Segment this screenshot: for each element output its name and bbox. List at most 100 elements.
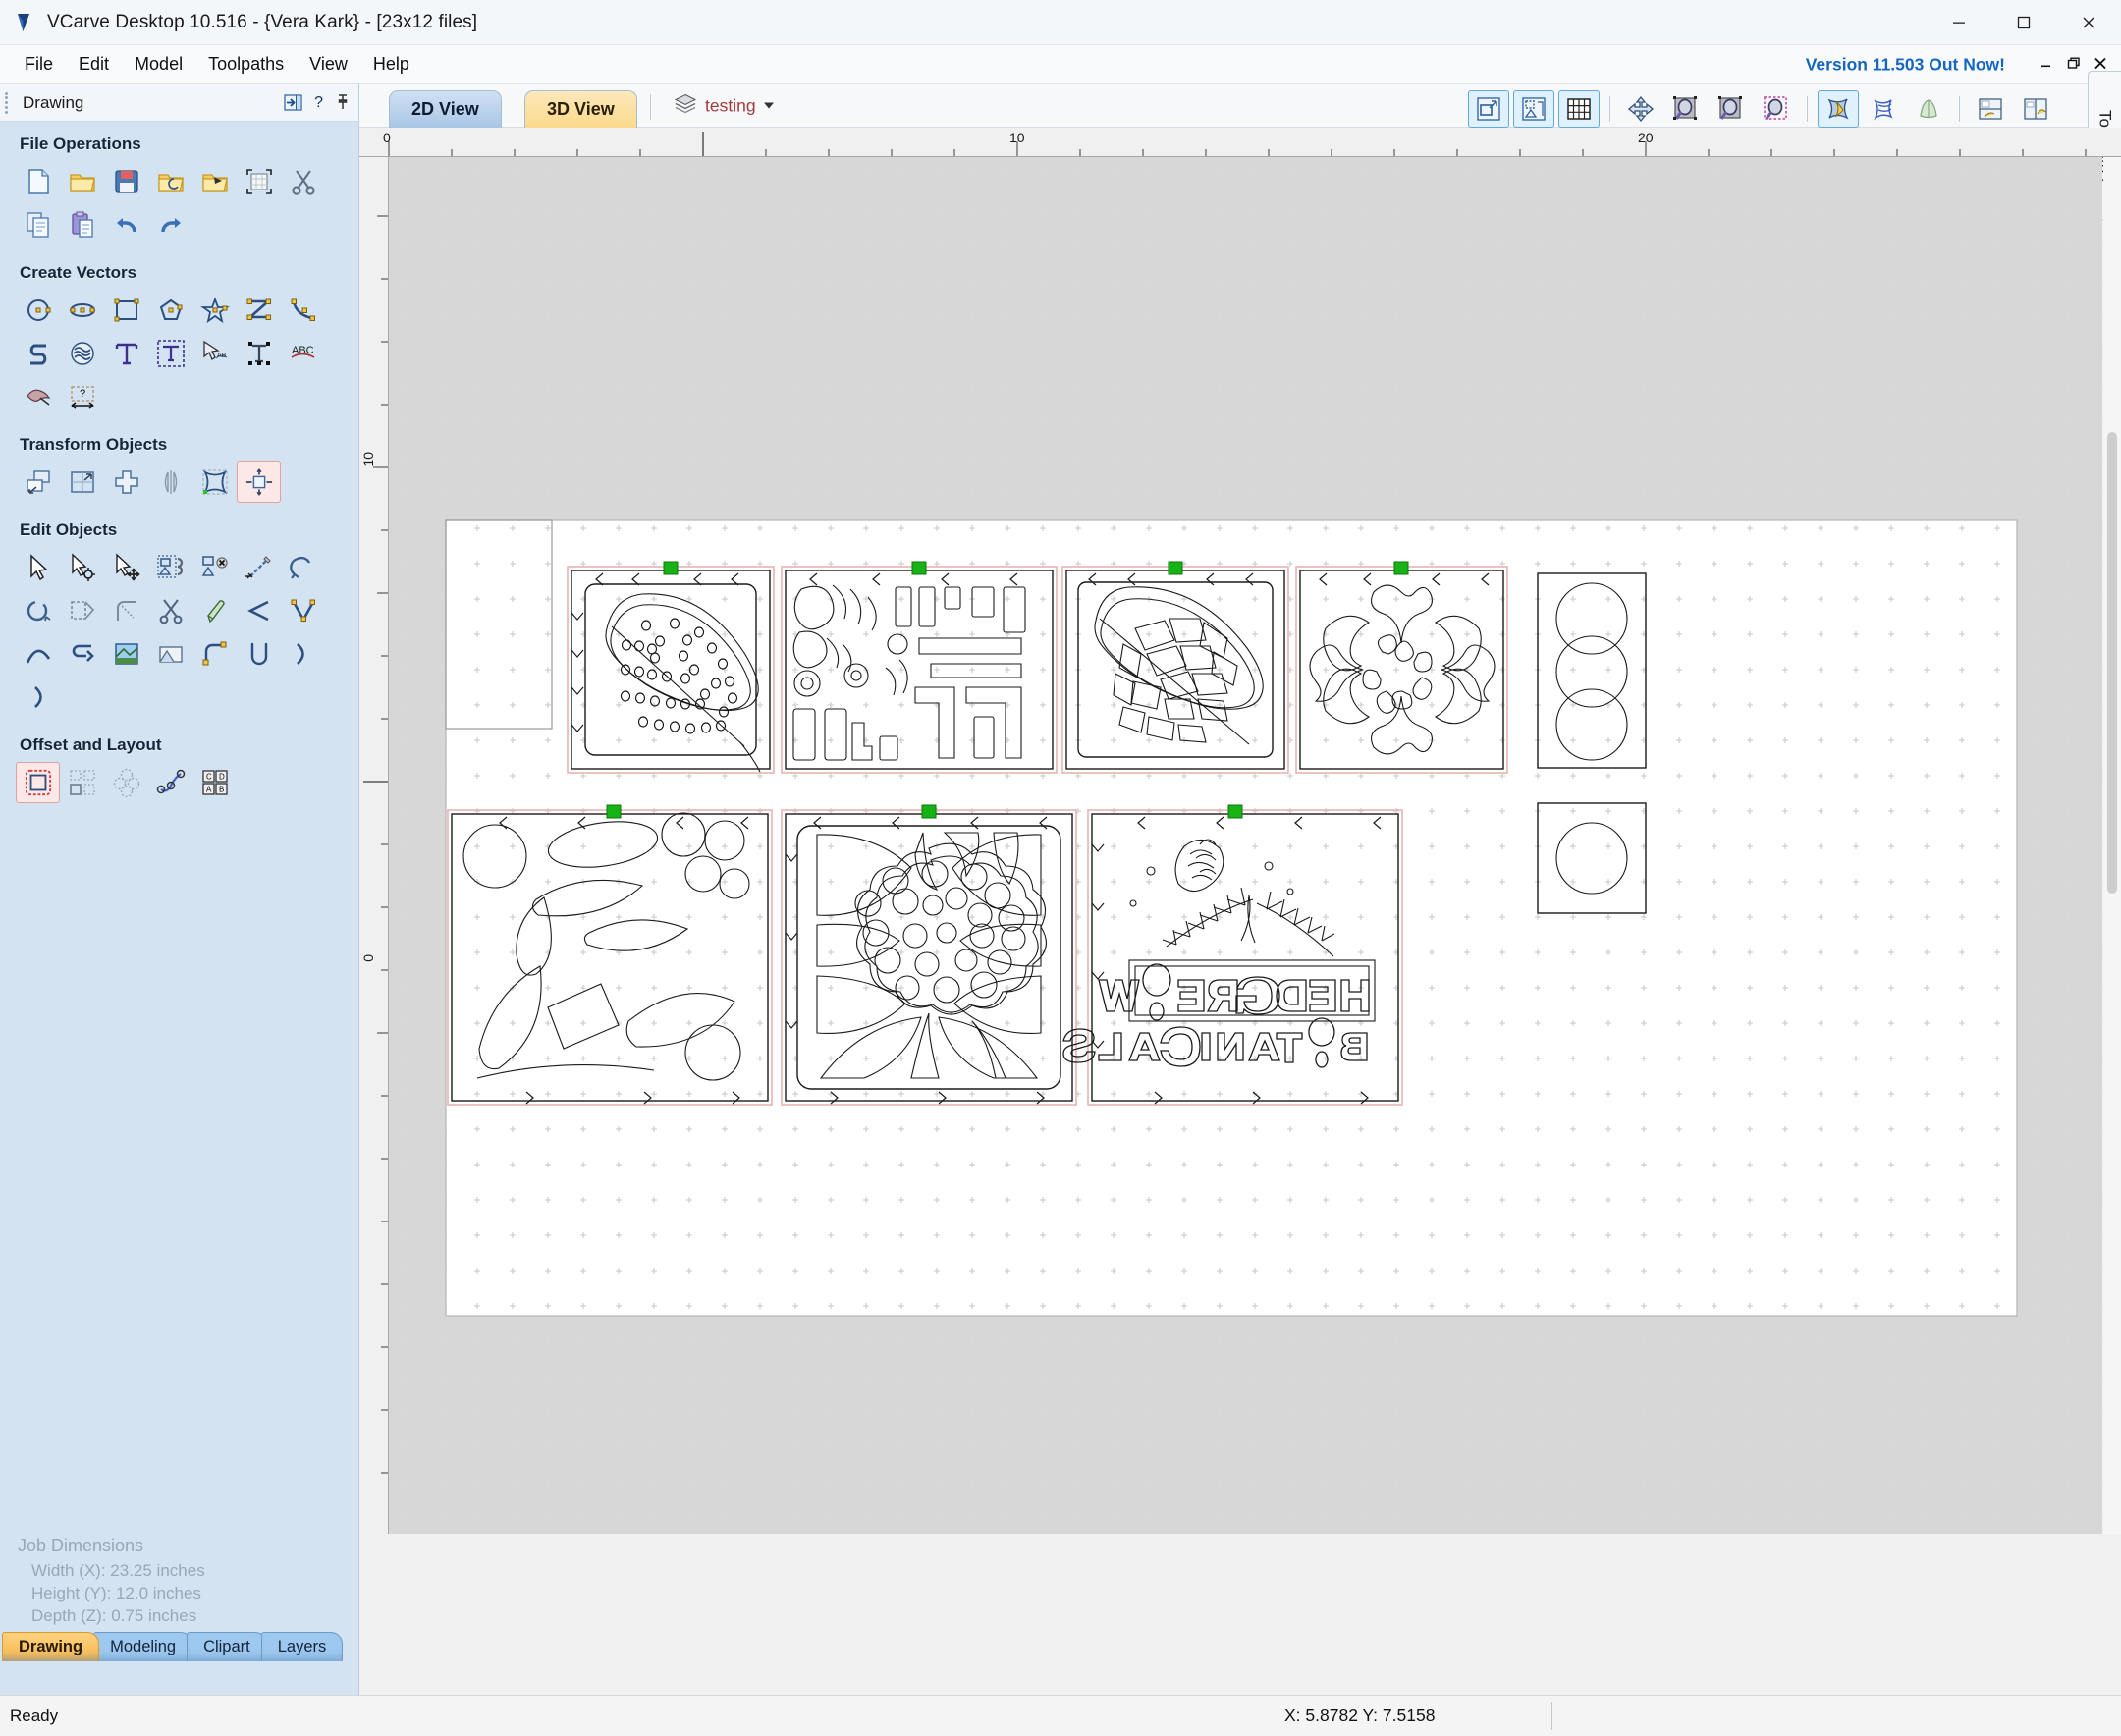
- grid-icon[interactable]: [1558, 90, 1600, 128]
- import-image-icon[interactable]: [192, 161, 237, 202]
- text-on-curve-icon[interactable]: AB: [192, 333, 237, 374]
- vertical-scroll-thumb[interactable]: [2107, 432, 2117, 894]
- save-icon[interactable]: [104, 161, 148, 202]
- move-icon[interactable]: [16, 461, 60, 503]
- toggle-3d-icon[interactable]: [1908, 90, 1949, 128]
- open-folder-icon[interactable]: [60, 161, 104, 202]
- maximize-button[interactable]: [1991, 0, 2056, 45]
- measure-icon[interactable]: [237, 547, 281, 588]
- round-icon[interactable]: [192, 633, 237, 675]
- block-copy-icon[interactable]: [104, 762, 148, 803]
- redo-icon[interactable]: [148, 204, 192, 245]
- menu-help[interactable]: Help: [360, 49, 422, 80]
- copy-icon[interactable]: [16, 204, 60, 245]
- text-icon[interactable]: [104, 333, 148, 374]
- menu-edit[interactable]: Edit: [66, 49, 122, 80]
- mirror-icon[interactable]: [148, 461, 192, 503]
- ellipse-icon[interactable]: [60, 290, 104, 331]
- text-select-icon[interactable]: [237, 333, 281, 374]
- minimize-button[interactable]: [1927, 0, 1991, 45]
- canvas-vectors[interactable]: [389, 157, 2102, 1534]
- text-arc-icon[interactable]: ABC: [281, 333, 325, 374]
- mdi-minimize-button[interactable]: [2040, 56, 2054, 73]
- trace-bitmap-icon[interactable]: [16, 376, 60, 417]
- pan-icon[interactable]: [1620, 90, 1661, 128]
- new-file-icon[interactable]: [16, 161, 60, 202]
- horizontal-ruler[interactable]: 0 10 20: [359, 128, 2121, 157]
- vertical-scrollbar[interactable]: [2103, 157, 2121, 1534]
- distort-icon[interactable]: [192, 461, 237, 503]
- close-vector-icon[interactable]: [16, 590, 60, 631]
- polygon-icon[interactable]: [148, 290, 192, 331]
- node-edit-icon[interactable]: [16, 547, 60, 588]
- node-move-icon[interactable]: [104, 547, 148, 588]
- offset-icon[interactable]: [16, 762, 60, 803]
- layer-selector[interactable]: testing: [674, 92, 774, 119]
- version-notice-link[interactable]: Version 11.503 Out Now!: [1806, 54, 2005, 75]
- dimension-icon[interactable]: ?: [60, 376, 104, 417]
- menu-toolpaths[interactable]: Toolpaths: [195, 49, 297, 80]
- zoom-out-icon[interactable]: [1711, 90, 1752, 128]
- menu-file[interactable]: File: [12, 49, 66, 80]
- tab-drawing[interactable]: Drawing: [2, 1632, 99, 1661]
- drawing-canvas[interactable]: [389, 157, 2102, 1534]
- toggle-vectors-icon[interactable]: [1818, 90, 1859, 128]
- fillet-icon[interactable]: [104, 590, 148, 631]
- menu-view[interactable]: View: [297, 49, 360, 80]
- tab-layers[interactable]: Layers: [261, 1632, 344, 1661]
- zoom-selection-icon[interactable]: [1756, 90, 1797, 128]
- nest-icon[interactable]: [60, 633, 104, 675]
- rotate-icon[interactable]: [104, 461, 148, 503]
- arc-icon[interactable]: [237, 633, 281, 675]
- node-settings-icon[interactable]: [60, 547, 104, 588]
- array-copy-icon[interactable]: [60, 762, 104, 803]
- align-icon[interactable]: [237, 461, 281, 503]
- menu-model[interactable]: Model: [122, 49, 195, 80]
- scale-icon[interactable]: [60, 461, 104, 503]
- tab-3d-view[interactable]: 3D View: [524, 90, 637, 128]
- cut-icon[interactable]: [281, 161, 325, 202]
- close-button[interactable]: [2056, 0, 2121, 45]
- toggle-toolpaths-icon[interactable]: [1863, 90, 1904, 128]
- job-setup-icon[interactable]: [237, 161, 281, 202]
- zoom-fit-icon[interactable]: [1513, 90, 1554, 128]
- ungroup-icon[interactable]: [192, 547, 237, 588]
- pin-icon[interactable]: [335, 94, 351, 111]
- zoom-scale-icon[interactable]: [1468, 90, 1509, 128]
- paste-icon[interactable]: [60, 204, 104, 245]
- panel-grip-icon[interactable]: [5, 92, 15, 114]
- weld-icon[interactable]: [237, 590, 281, 631]
- fill-icon[interactable]: [104, 633, 148, 675]
- undo-icon[interactable]: [104, 204, 148, 245]
- arrow2-icon[interactable]: [16, 677, 60, 718]
- circle-icon[interactable]: [16, 290, 60, 331]
- split-view-icon[interactable]: [1970, 90, 2011, 128]
- vertical-ruler[interactable]: 10 0: [359, 157, 389, 1534]
- star-icon[interactable]: [192, 290, 237, 331]
- tab-2d-view[interactable]: 2D View: [389, 90, 502, 128]
- arrow-icon[interactable]: [281, 633, 325, 675]
- text-box-icon[interactable]: [148, 333, 192, 374]
- panel-view-icon[interactable]: [2015, 90, 2056, 128]
- flatten-icon[interactable]: [148, 633, 192, 675]
- help-icon[interactable]: ?: [314, 94, 323, 112]
- join-icon[interactable]: [281, 547, 325, 588]
- texture-icon[interactable]: [60, 333, 104, 374]
- open-recent-icon[interactable]: [148, 161, 192, 202]
- polyline-icon[interactable]: [237, 290, 281, 331]
- zoom-in-icon[interactable]: [1665, 90, 1707, 128]
- tab-clipart[interactable]: Clipart: [187, 1632, 267, 1661]
- scissors-icon[interactable]: [148, 590, 192, 631]
- nesting-icon[interactable]: CDAB: [192, 762, 237, 803]
- v-join-icon[interactable]: [281, 590, 325, 631]
- rectangle-icon[interactable]: [104, 290, 148, 331]
- paint-icon[interactable]: [192, 590, 237, 631]
- panel-collapse-icon[interactable]: [284, 93, 302, 112]
- curve-fit-icon[interactable]: [16, 633, 60, 675]
- chevron-down-icon[interactable]: [764, 103, 774, 109]
- group-icon[interactable]: [148, 547, 192, 588]
- copy-along-curve-icon[interactable]: [148, 762, 192, 803]
- trim-icon[interactable]: [60, 590, 104, 631]
- tab-modeling[interactable]: Modeling: [93, 1632, 192, 1661]
- mdi-restore-button[interactable]: [2067, 56, 2081, 73]
